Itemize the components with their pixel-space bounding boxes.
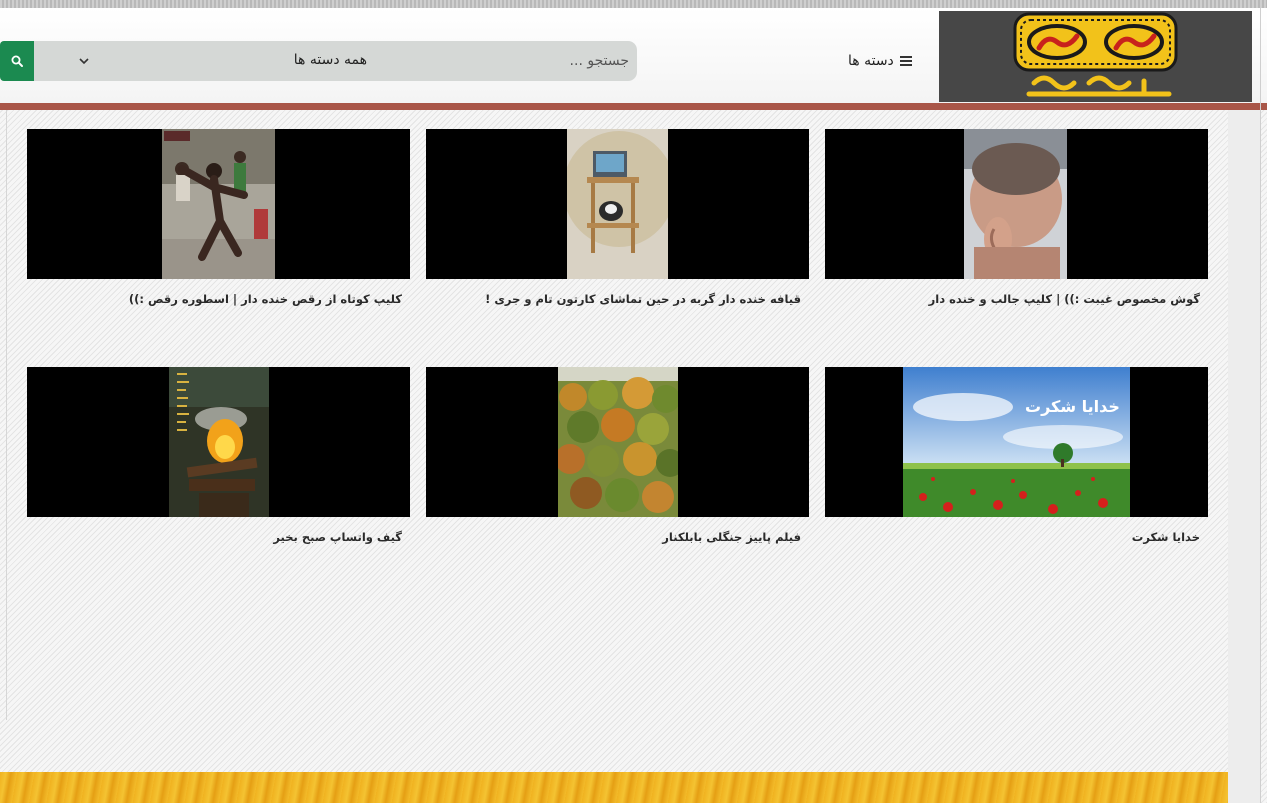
site-header: دسته ها همه دسته ها xyxy=(0,8,1267,103)
video-card: گوش مخصوص غیبت :)) | کلیپ جالب و خنده دا… xyxy=(825,129,1208,306)
fire-video-image xyxy=(169,367,269,517)
video-thumbnail[interactable] xyxy=(825,129,1208,279)
video-title[interactable]: گوش مخصوص غیبت :)) | کلیپ جالب و خنده دا… xyxy=(929,292,1200,306)
video-card: قیافه خنده دار گربه در حین تماشای کارتون… xyxy=(426,129,809,306)
search-button[interactable] xyxy=(0,41,34,81)
video-title[interactable]: فیلم پاییز جنگلی بابلکنار xyxy=(662,530,801,544)
dance-video-image xyxy=(162,129,275,279)
menu-icon xyxy=(899,56,912,66)
search-input[interactable] xyxy=(329,41,629,81)
video-title[interactable]: خدایا شکرت xyxy=(1132,530,1200,544)
video-thumbnail[interactable]: خدایا شکرت xyxy=(825,367,1208,517)
video-card: فیلم پاییز جنگلی بابلکنار xyxy=(426,367,809,544)
video-card: خدایا شکرت خدایا شکرت xyxy=(825,367,1208,544)
category-select-label: همه دسته ها xyxy=(293,52,367,68)
field-video-image xyxy=(903,367,1130,517)
page-right-border xyxy=(1260,0,1261,803)
video-thumbnail[interactable] xyxy=(27,367,410,517)
video-title[interactable]: کلیپ کوتاه از رقص خنده دار | اسطوره رقص … xyxy=(129,292,402,306)
video-thumbnail[interactable] xyxy=(27,129,410,279)
top-border xyxy=(0,0,1267,8)
video-thumbnail[interactable] xyxy=(426,129,809,279)
category-select[interactable]: همه دسته ها xyxy=(74,41,374,81)
categories-menu-label: دسته ها xyxy=(848,53,894,69)
chevron-down-icon xyxy=(79,58,89,65)
logo-graphic xyxy=(1013,12,1178,97)
video-title[interactable]: قیافه خنده دار گربه در حین تماشای کارتون… xyxy=(485,292,801,306)
video-card: کلیپ کوتاه از رقص خنده دار | اسطوره رقص … xyxy=(27,129,410,306)
video-title[interactable]: گیف واتساپ صبح بخیر xyxy=(273,530,402,544)
search-icon xyxy=(11,55,23,67)
cat-video-image xyxy=(567,129,668,279)
video-thumbnail[interactable] xyxy=(426,367,809,517)
video-overlay-text: خدایا شکرت xyxy=(1025,397,1120,416)
categories-menu-button[interactable]: دسته ها xyxy=(848,50,912,72)
content-left-border xyxy=(6,110,7,720)
site-logo[interactable] xyxy=(939,11,1252,102)
video-card: گیف واتساپ صبح بخیر xyxy=(27,367,410,544)
footer-banner xyxy=(0,772,1228,803)
right-sidebar-strip xyxy=(1228,110,1260,803)
forest-video-image xyxy=(558,367,678,517)
ear-video-image xyxy=(964,129,1067,279)
header-divider xyxy=(0,103,1267,110)
search-bar: همه دسته ها xyxy=(34,41,637,81)
